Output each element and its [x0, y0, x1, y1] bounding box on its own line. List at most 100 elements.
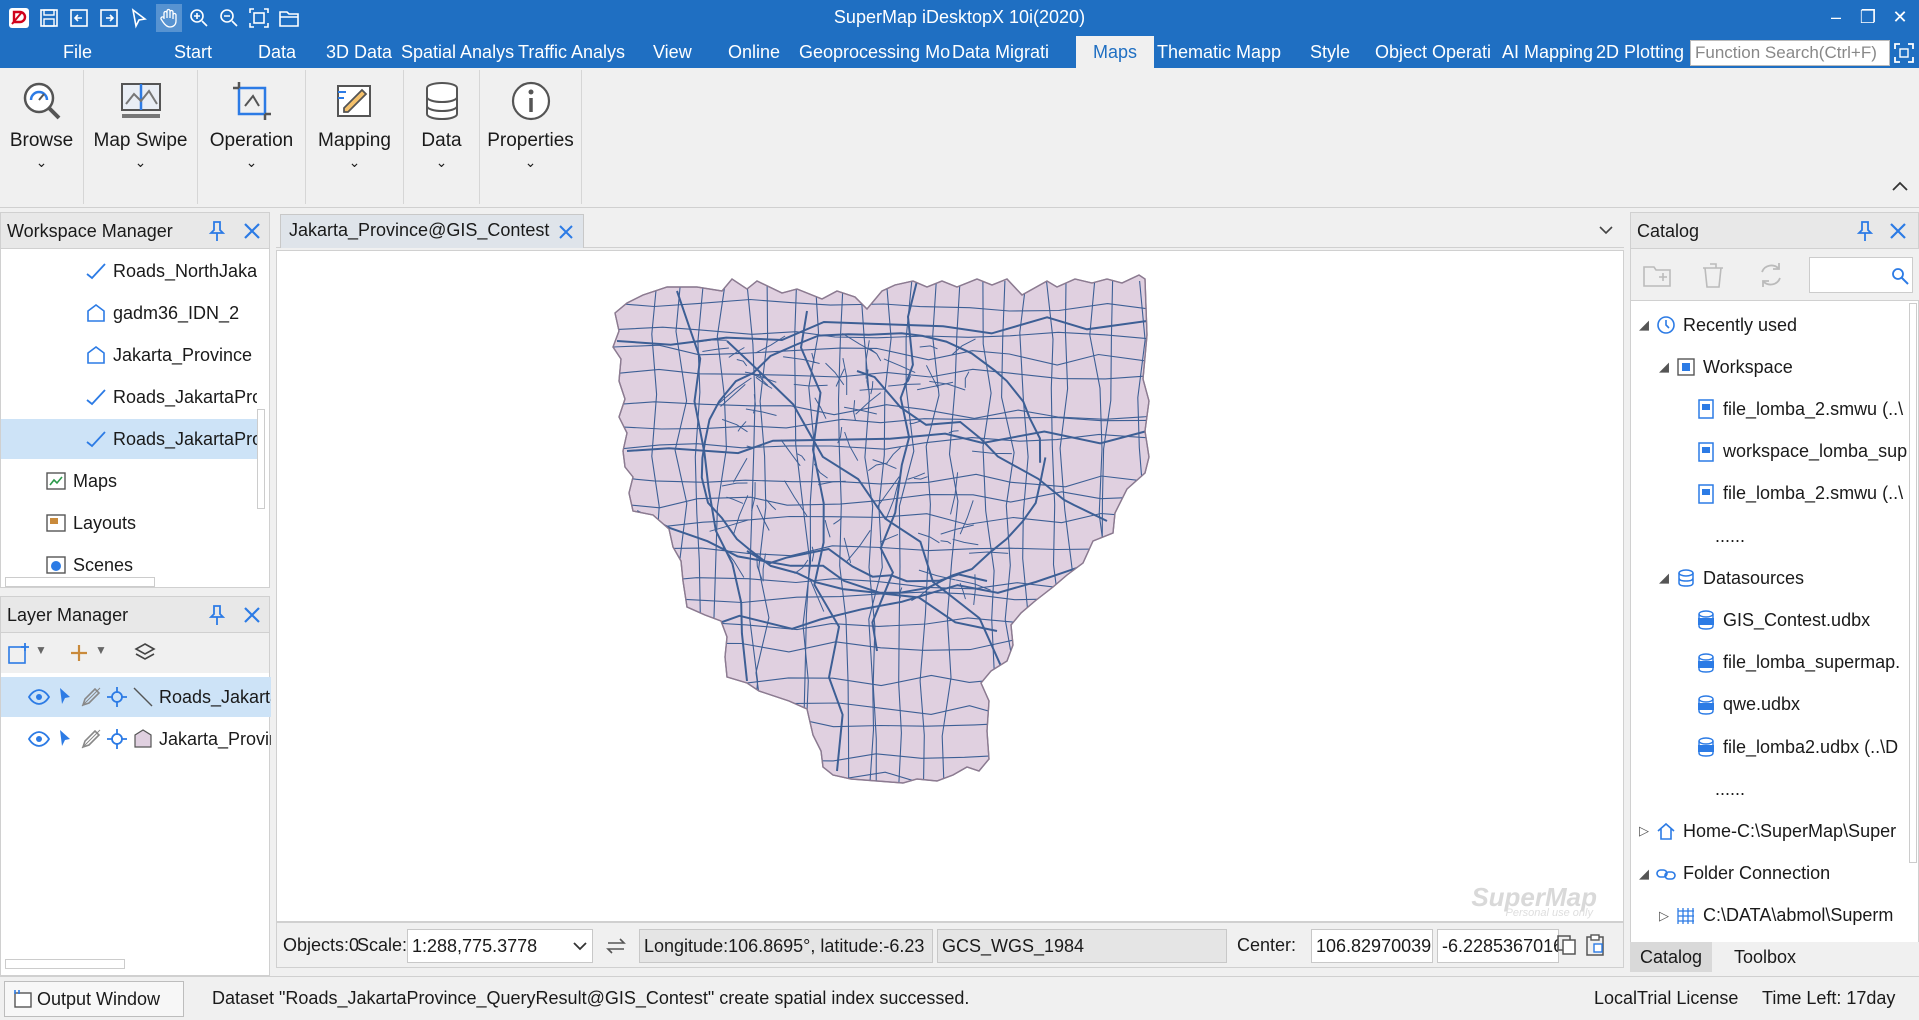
menu-data-migration[interactable]: Data Migrati	[952, 36, 1070, 68]
pin-icon[interactable]	[1855, 220, 1875, 242]
catalog-tree-item[interactable]: ◢ Recently used	[1639, 305, 1909, 345]
pin-icon[interactable]	[207, 604, 227, 626]
center-y-input[interactable]: -6.2285367016	[1437, 929, 1559, 963]
layer-row-jakarta-province[interactable]: Jakarta_Province@GIS_Contest	[1, 719, 271, 759]
selectable-cursor-icon[interactable]	[53, 685, 77, 709]
pin-icon[interactable]	[207, 220, 227, 242]
vertical-scrollbar[interactable]	[1909, 303, 1917, 863]
expander-arrow-icon[interactable]: ◢	[1639, 866, 1655, 882]
properties-button[interactable]: Properties ⌄	[480, 70, 582, 204]
minimize-button[interactable]: –	[1823, 4, 1849, 30]
layers-icon[interactable]	[133, 641, 157, 665]
layer-row-roads[interactable]: Roads_JakartaProvince_QueryResult@GIS_Co…	[1, 677, 271, 717]
menu-2d-plotting[interactable]: 2D Plotting	[1596, 36, 1690, 68]
close-button[interactable]: ✕	[1887, 4, 1913, 30]
scale-dropdown[interactable]: 1:288,775.3778	[407, 929, 593, 963]
map-canvas[interactable]: SuperMap Personal use only	[276, 250, 1624, 922]
menu-geoprocessing[interactable]: Geoprocessing Mo	[799, 36, 951, 68]
data-button[interactable]: Data ⌄	[404, 70, 480, 204]
chevron-down-icon[interactable]	[1596, 220, 1616, 240]
menu-view[interactable]: View	[653, 36, 692, 68]
catalog-tree-item[interactable]: file_lomba2.udbx (..\D	[1679, 727, 1909, 767]
catalog-tree-item[interactable]: file_lomba_supermap.	[1679, 643, 1909, 683]
function-search-input[interactable]: Function Search(Ctrl+F)	[1690, 40, 1890, 66]
menu-ai-mapping[interactable]: AI Mapping	[1502, 36, 1596, 68]
catalog-tree-item[interactable]: ......	[1679, 769, 1909, 809]
new-folder-icon[interactable]	[1641, 259, 1673, 291]
menu-style[interactable]: Style	[1310, 36, 1350, 68]
expander-arrow-icon[interactable]: ◢	[1659, 570, 1675, 586]
catalog-tree-item[interactable]: ◢ Datasources	[1659, 558, 1909, 598]
map-view[interactable]	[277, 251, 1624, 922]
new-layer-group-icon[interactable]	[7, 641, 33, 665]
visibility-eye-icon[interactable]	[27, 727, 51, 751]
tab-catalog[interactable]: Catalog	[1630, 942, 1713, 972]
refresh-icon[interactable]	[1755, 259, 1787, 291]
expander-arrow-icon[interactable]: ◢	[1659, 359, 1675, 375]
vertical-scrollbar[interactable]	[257, 409, 265, 509]
catalog-tree-item[interactable]: file_lomba_2.smwu (..\	[1679, 389, 1909, 429]
catalog-tree-item[interactable]: ◢ Folder Connection	[1639, 854, 1909, 894]
full-extent-icon[interactable]	[246, 4, 272, 32]
catalog-tree-item[interactable]: ......	[1679, 516, 1909, 556]
browse-button[interactable]: Browse ⌄	[0, 70, 84, 204]
horizontal-scrollbar[interactable]	[5, 577, 155, 587]
paste-icon[interactable]	[1583, 933, 1607, 957]
output-window-button[interactable]: Output Window	[4, 981, 184, 1017]
expander-arrow-icon[interactable]: ▷	[1639, 823, 1655, 839]
catalog-tree-item[interactable]: workspace_lomba_sup	[1679, 432, 1909, 472]
map-document-tab[interactable]: Jakarta_Province@GIS_Contest	[280, 214, 585, 248]
save-icon[interactable]	[36, 4, 62, 32]
tree-item-jakarta-province[interactable]: Jakarta_Province	[1, 335, 257, 375]
select-icon[interactable]	[126, 4, 152, 32]
zoom-in-icon[interactable]	[186, 4, 212, 32]
catalog-tree-item[interactable]: ▷ C:\DATA\abmol\Superm	[1659, 896, 1909, 936]
restore-button[interactable]: ❐	[1855, 4, 1881, 30]
mapping-button[interactable]: Mapping ⌄	[306, 70, 404, 204]
fullscreen-icon[interactable]	[1893, 42, 1915, 64]
center-x-input[interactable]: 106.82970039	[1311, 929, 1433, 963]
catalog-tree-item[interactable]: file_lomba_2.smwu (..\	[1679, 474, 1909, 514]
close-icon[interactable]	[241, 220, 263, 242]
menu-data[interactable]: Data	[258, 36, 296, 68]
menu-object-operations[interactable]: Object Operati	[1375, 36, 1499, 68]
menu-traffic-analysis[interactable]: Traffic Analys	[518, 36, 636, 68]
close-icon[interactable]	[1887, 220, 1909, 242]
catalog-tree-item[interactable]: qwe.udbx	[1679, 685, 1909, 725]
tree-item-gadm36[interactable]: gadm36_IDN_2	[1, 293, 257, 333]
tree-item-layouts[interactable]: Layouts	[1, 503, 257, 543]
horizontal-scrollbar[interactable]	[5, 959, 125, 969]
close-icon[interactable]	[241, 604, 263, 626]
save-as-icon[interactable]	[66, 4, 92, 32]
catalog-tree-item[interactable]: ◢ Workspace	[1659, 347, 1909, 387]
snap-target-icon[interactable]	[105, 685, 129, 709]
editable-pencil-icon[interactable]	[79, 685, 103, 709]
operation-button[interactable]: Operation ⌄	[198, 70, 306, 204]
tab-toolbox[interactable]: Toolbox	[1724, 942, 1806, 972]
chevron-up-icon[interactable]	[1889, 176, 1911, 198]
undo-icon[interactable]	[96, 4, 122, 32]
menu-start[interactable]: Start	[174, 36, 212, 68]
menu-spatial-analysis[interactable]: Spatial Analys	[401, 36, 518, 68]
snap-target-icon[interactable]	[105, 727, 129, 751]
menu-file[interactable]: File	[0, 36, 155, 68]
chevron-down-icon[interactable]: ▼	[95, 643, 107, 657]
catalog-tree-item[interactable]: ▷ Home-C:\SuperMap\Super	[1639, 811, 1909, 851]
catalog-tree-item[interactable]: GIS_Contest.udbx	[1679, 600, 1909, 640]
visibility-eye-icon[interactable]	[27, 685, 51, 709]
add-layer-icon[interactable]	[67, 641, 91, 665]
tree-item-roads-queryresult[interactable]: Roads_JakartaProvince_QueryResult	[1, 419, 257, 459]
swap-arrows-icon[interactable]	[605, 935, 627, 957]
app-logo-icon[interactable]	[6, 4, 32, 32]
chevron-down-icon[interactable]: ▼	[35, 643, 47, 657]
tree-item-roads-northjakarta[interactable]: Roads_NorthJakarta	[1, 251, 257, 291]
menu-3d-data[interactable]: 3D Data	[326, 36, 392, 68]
menu-maps[interactable]: Maps	[1076, 36, 1154, 68]
map-swipe-button[interactable]: Map Swipe ⌄	[84, 70, 198, 204]
expander-arrow-icon[interactable]: ▷	[1659, 908, 1675, 924]
crs-readout[interactable]: GCS_WGS_1984	[937, 929, 1227, 963]
expander-arrow-icon[interactable]: ◢	[1639, 317, 1655, 333]
tree-item-maps[interactable]: Maps	[1, 461, 257, 501]
menu-online[interactable]: Online	[728, 36, 780, 68]
delete-icon[interactable]	[1697, 259, 1729, 291]
